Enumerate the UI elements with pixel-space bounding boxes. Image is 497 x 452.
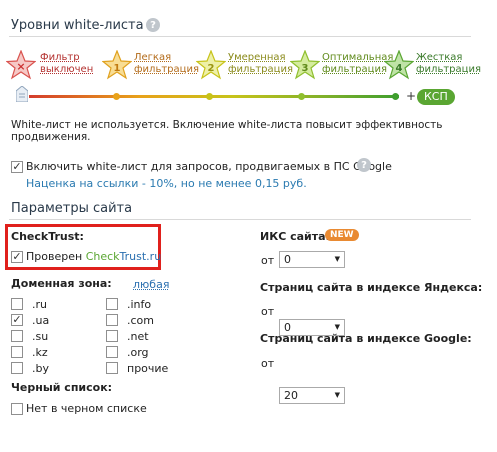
- zone-com[interactable]: .com: [106, 312, 168, 328]
- slider-stop[interactable]: [298, 93, 305, 100]
- zone-net[interactable]: .net: [106, 328, 168, 344]
- checktrust-label[interactable]: Проверен CheckTrust.ru: [26, 250, 161, 263]
- help-icon[interactable]: ?: [357, 158, 371, 172]
- levels-title: Уровни white-листа: [11, 18, 144, 33]
- svg-text:1: 1: [114, 63, 121, 74]
- optimal-filter-star-icon[interactable]: 3: [289, 49, 321, 80]
- divider: [9, 219, 471, 220]
- zone-su[interactable]: .su: [11, 328, 49, 344]
- iks-title: ИКС сайта:: [260, 230, 330, 243]
- svg-text:×: ×: [16, 60, 25, 73]
- slider-stop[interactable]: [113, 93, 120, 100]
- google-index-title: Страниц сайта в индексе Google:: [260, 332, 472, 345]
- zone-checkbox[interactable]: [106, 330, 118, 342]
- divider: [9, 36, 471, 37]
- level-1-label[interactable]: Легкая фильтрация: [134, 52, 199, 76]
- domain-zones-right: .info .com .net .org прочие: [106, 296, 168, 376]
- zone-checkbox[interactable]: [11, 362, 23, 374]
- filter-levels: × Фильтр выключен 1 Легкая фильтрация 2 …: [5, 48, 484, 80]
- strict-filter-star-icon[interactable]: 4: [383, 49, 415, 80]
- checktrust-brand-check: Check: [85, 250, 120, 263]
- light-filter-star-icon[interactable]: 1: [101, 49, 133, 80]
- zone-other[interactable]: прочие: [106, 360, 168, 376]
- plus-sign: +: [406, 89, 417, 103]
- zone-checkbox[interactable]: ✓: [11, 314, 23, 326]
- slider-stop[interactable]: [206, 93, 213, 100]
- enable-whitelist-checkbox[interactable]: ✓: [11, 161, 23, 173]
- zone-checkbox[interactable]: [11, 346, 23, 358]
- domain-zones-left: .ru ✓ .ua .su .kz .by: [11, 296, 49, 376]
- markup-note: Наценка на ссылки - 10%, но не менее 0,1…: [26, 177, 307, 190]
- zone-checkbox[interactable]: [11, 298, 23, 310]
- slider-handle-icon[interactable]: [15, 85, 29, 103]
- new-badge: NEW: [325, 229, 359, 241]
- level-0-label[interactable]: Фильтр выключен: [40, 52, 93, 76]
- level-2-label[interactable]: Умеренная фильтрация: [228, 52, 293, 76]
- moderate-filter-star-icon[interactable]: 2: [195, 49, 227, 80]
- svg-text:2: 2: [208, 63, 215, 74]
- zone-ua[interactable]: ✓ .ua: [11, 312, 49, 328]
- help-icon[interactable]: ?: [146, 18, 160, 32]
- iks-from-label: от: [261, 254, 275, 267]
- chevron-down-icon: ▼: [334, 255, 340, 263]
- iks-select[interactable]: 0 ▼: [279, 251, 345, 268]
- zone-checkbox[interactable]: [106, 298, 118, 310]
- params-title: Параметры сайта: [11, 201, 133, 216]
- slider-stop[interactable]: [392, 93, 399, 100]
- zone-kz[interactable]: .kz: [11, 344, 49, 360]
- filter-slider-track[interactable]: [29, 95, 399, 98]
- svg-text:3: 3: [302, 63, 309, 74]
- zone-info[interactable]: .info: [106, 296, 168, 312]
- zone-checkbox[interactable]: [11, 330, 23, 342]
- google-index-select[interactable]: 20 ▼: [279, 387, 345, 404]
- zone-ru[interactable]: .ru: [11, 296, 49, 312]
- zone-checkbox[interactable]: [106, 314, 118, 326]
- blacklist-checkbox[interactable]: [11, 403, 23, 415]
- yandex-index-title: Страниц сайта в индексе Яндекса:: [260, 281, 483, 294]
- svg-text:4: 4: [396, 63, 403, 74]
- filter-off-star-icon[interactable]: ×: [5, 49, 37, 80]
- zone-checkbox[interactable]: [106, 346, 118, 358]
- checktrust-brand-trust: Trust.ru: [119, 250, 162, 263]
- enable-whitelist-label[interactable]: Включить white-лист для запросов, продви…: [26, 160, 392, 173]
- blacklist-title: Черный список:: [11, 381, 113, 394]
- chevron-down-icon: ▼: [334, 323, 340, 331]
- domain-any-link[interactable]: любая: [133, 278, 169, 291]
- zone-org[interactable]: .org: [106, 344, 168, 360]
- zone-checkbox[interactable]: [106, 362, 118, 374]
- google-from-label: от: [261, 357, 275, 370]
- chevron-down-icon: ▼: [334, 391, 340, 399]
- ksp-button[interactable]: КСП: [417, 89, 455, 105]
- yandex-from-label: от: [261, 305, 275, 318]
- blacklist-label[interactable]: Нет в черном списке: [26, 402, 147, 415]
- domain-zone-title: Доменная зона:: [11, 277, 112, 290]
- level-4-label[interactable]: Жесткая фильтрация: [416, 52, 481, 76]
- whitelist-description: White-лист не используется. Включение wh…: [11, 119, 443, 143]
- checktrust-title: CheckTrust:: [11, 230, 84, 243]
- level-3-label[interactable]: Оптимальная фильтрация: [322, 52, 393, 76]
- checktrust-checkbox[interactable]: ✓: [11, 251, 23, 263]
- zone-by[interactable]: .by: [11, 360, 49, 376]
